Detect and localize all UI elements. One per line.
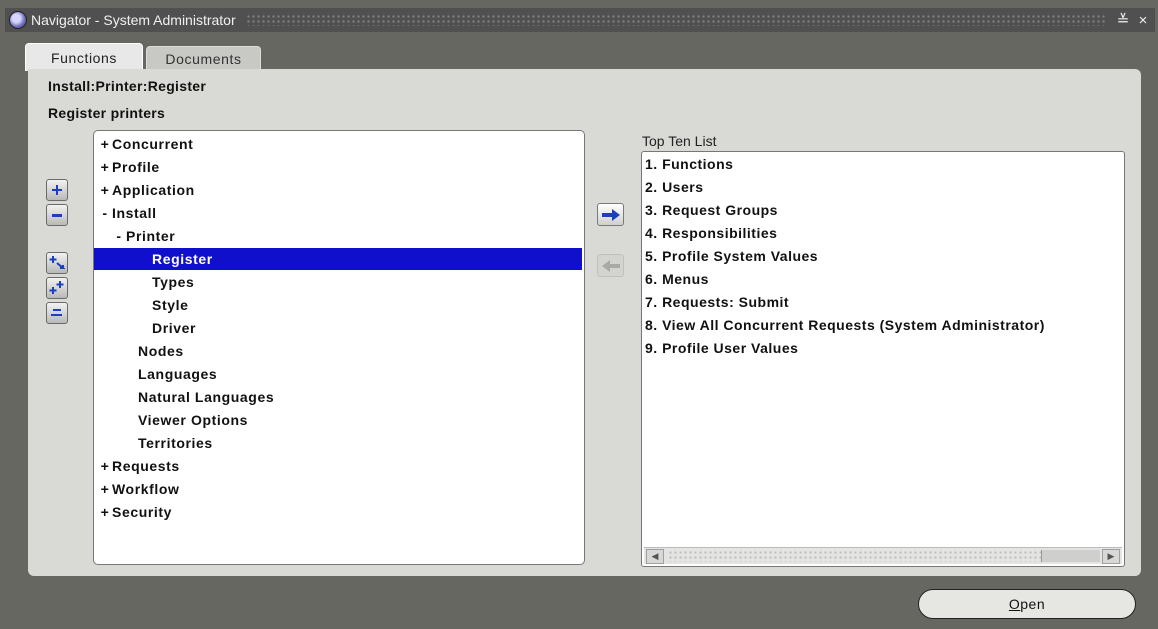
arrow-left-icon <box>601 259 620 272</box>
expand-branch-button[interactable] <box>46 252 68 274</box>
scroll-right-icon[interactable]: ▶ <box>1102 549 1120 564</box>
functions-panel: Install:Printer:Register Register printe… <box>28 69 1141 576</box>
horizontal-scrollbar[interactable]: ◀ ▶ <box>644 547 1122 564</box>
tree-item-types[interactable]: Types <box>94 271 584 293</box>
tree-item-profile[interactable]: + Profile <box>94 156 584 178</box>
tree-item-label: Territories <box>138 435 213 451</box>
tab-functions[interactable]: Functions <box>25 43 143 71</box>
tree-prefix: + <box>100 504 110 520</box>
tree-item-concurrent[interactable]: + Concurrent <box>94 133 584 155</box>
top-ten-item[interactable]: 7. Requests: Submit <box>645 291 1124 313</box>
collapse-all-icon <box>51 309 62 316</box>
top-ten-item[interactable]: 2. Users <box>645 176 1124 198</box>
tree-item-label: Application <box>112 182 195 198</box>
tree-item-printer[interactable]: - Printer <box>94 225 584 247</box>
tree-item-label: Style <box>152 297 189 313</box>
top-ten-item[interactable]: 5. Profile System Values <box>645 245 1124 267</box>
arrow-right-icon <box>601 208 620 221</box>
tree-item-label: Natural Languages <box>138 389 275 405</box>
open-button[interactable]: Open <box>918 589 1136 619</box>
scroll-left-icon[interactable]: ◀ <box>646 549 664 564</box>
tree-item-label: Install <box>112 205 157 221</box>
tree-prefix: + <box>100 136 110 152</box>
tree-item-label: Printer <box>126 228 176 244</box>
breadcrumb: Install:Printer:Register <box>48 78 207 94</box>
function-description: Register printers <box>48 105 166 121</box>
tree-item-natural-languages[interactable]: Natural Languages <box>94 386 584 408</box>
tree-item-label: Driver <box>152 320 197 336</box>
tree-item-application[interactable]: + Application <box>94 179 584 201</box>
tree-item-security[interactable]: + Security <box>94 501 584 523</box>
tree-item-label: Register <box>152 251 213 267</box>
tree-item-register[interactable]: Register <box>94 248 582 270</box>
app-icon <box>9 11 27 29</box>
tree-prefix: + <box>100 481 110 497</box>
expand-all-button[interactable] <box>46 277 68 299</box>
tree-item-label: Concurrent <box>112 136 194 152</box>
tree-item-viewer-options[interactable]: Viewer Options <box>94 409 584 431</box>
open-button-label: pen <box>1020 596 1046 612</box>
open-button-mnemonic: O <box>1008 596 1021 612</box>
top-ten-item[interactable]: 4. Responsibilities <box>645 222 1124 244</box>
tree-item-style[interactable]: Style <box>94 294 584 316</box>
tree-prefix: + <box>100 458 110 474</box>
tree-item-driver[interactable]: Driver <box>94 317 584 339</box>
collapse-icon <box>52 214 62 217</box>
expand-button[interactable] <box>46 179 68 201</box>
top-ten-item[interactable]: 6. Menus <box>645 268 1124 290</box>
tree-prefix: + <box>100 182 110 198</box>
top-ten-item[interactable]: 1. Functions <box>645 153 1124 175</box>
tree-item-languages[interactable]: Languages <box>94 363 584 385</box>
navigator-window: Navigator - System Administrator ≚ × Fun… <box>0 0 1158 629</box>
tree-item-workflow[interactable]: + Workflow <box>94 478 584 500</box>
top-ten-list[interactable]: 1. Functions 2. Users 3. Request Groups … <box>641 151 1125 567</box>
expand-branch-icon <box>49 256 65 269</box>
expand-icon <box>52 185 62 195</box>
tree-item-label: Security <box>112 504 173 520</box>
tree-prefix: - <box>102 205 108 221</box>
tree-item-label: Viewer Options <box>138 412 249 428</box>
tab-documents[interactable]: Documents <box>146 46 261 71</box>
tree-prefix: + <box>100 159 110 175</box>
tree-item-label: Nodes <box>138 343 184 359</box>
remove-from-top-ten-button[interactable] <box>597 254 624 277</box>
scroll-track[interactable] <box>1041 550 1100 562</box>
expand-all-icon <box>49 281 64 294</box>
tree-item-label: Workflow <box>112 481 180 497</box>
top-ten-item[interactable]: 9. Profile User Values <box>645 337 1124 359</box>
tree-item-requests[interactable]: + Requests <box>94 455 584 477</box>
function-tree[interactable]: + Concurrent + Profile + Application - Insta… <box>93 130 585 565</box>
tree-item-label: Types <box>152 274 195 290</box>
scroll-thumb[interactable] <box>668 550 1042 562</box>
collapse-all-button[interactable] <box>46 302 68 324</box>
tree-item-label: Languages <box>138 366 218 382</box>
tree-item-nodes[interactable]: Nodes <box>94 340 584 362</box>
tree-item-territories[interactable]: Territories <box>94 432 584 454</box>
window-title: Navigator - System Administrator <box>31 12 236 28</box>
tree-item-label: Requests <box>112 458 180 474</box>
collapse-button[interactable] <box>46 204 68 226</box>
tree-item-install[interactable]: - Install <box>94 202 584 224</box>
title-drag-area[interactable] <box>245 14 1105 26</box>
tree-prefix: - <box>116 228 122 244</box>
title-bar[interactable]: Navigator - System Administrator ≚ × <box>5 8 1155 32</box>
top-ten-item[interactable]: 8. View All Concurrent Requests (System … <box>645 314 1124 336</box>
minimize-icon[interactable]: ≚ <box>1115 11 1131 29</box>
close-icon[interactable]: × <box>1135 12 1151 29</box>
add-to-top-ten-button[interactable] <box>597 203 624 226</box>
top-ten-item[interactable]: 3. Request Groups <box>645 199 1124 221</box>
tree-item-label: Profile <box>112 159 160 175</box>
top-ten-label: Top Ten List <box>642 133 717 149</box>
